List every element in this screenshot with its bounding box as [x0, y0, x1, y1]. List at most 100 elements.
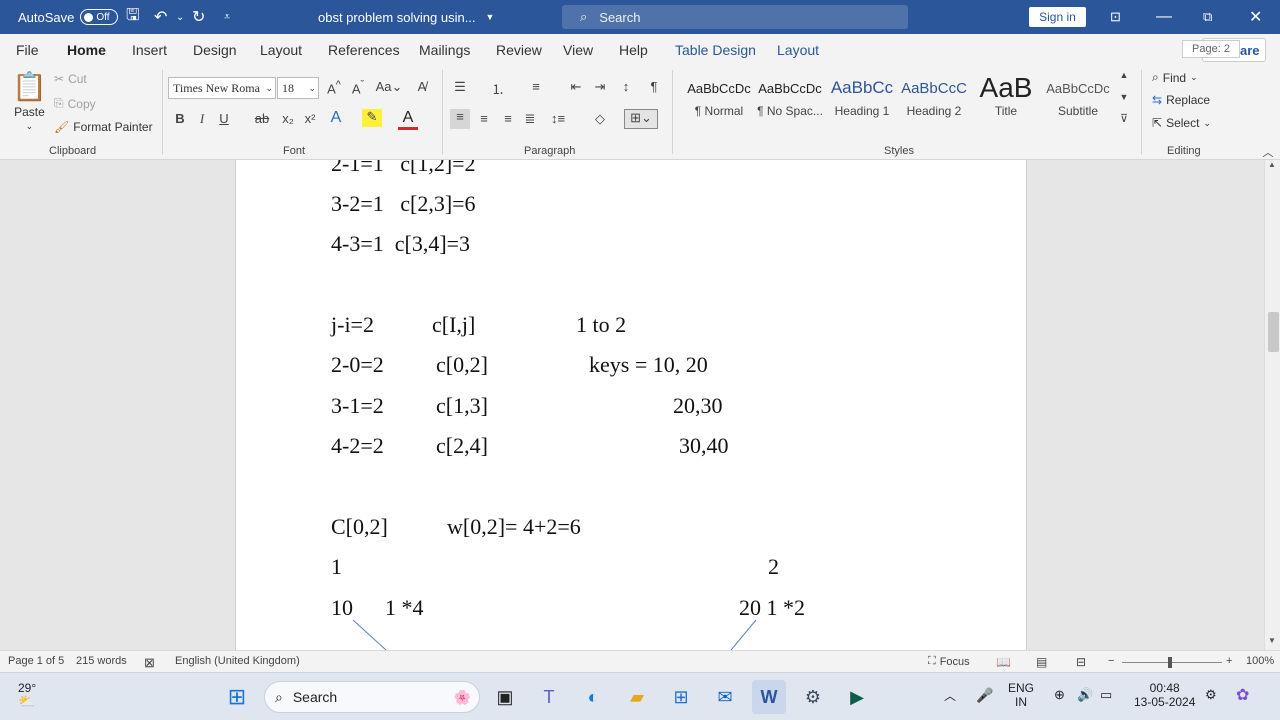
multilevel-list-icon[interactable]: ≡: [526, 79, 546, 94]
tab-mailings[interactable]: Mailings: [419, 42, 470, 58]
network-icon[interactable]: ⊕: [1054, 687, 1065, 703]
taskbar-search[interactable]: ⌕ Search 🌸: [264, 681, 480, 713]
collapse-ribbon-icon[interactable]: ︿: [1258, 144, 1278, 160]
underline-icon[interactable]: U: [214, 111, 234, 126]
web-layout-icon[interactable]: ⊟: [1076, 655, 1086, 669]
focus-button[interactable]: ⛶ Focus: [928, 655, 970, 668]
copilot-icon[interactable]: ✿: [1236, 685, 1249, 705]
replace-button[interactable]: ⇆ Replace: [1152, 93, 1210, 107]
word-count[interactable]: 215 words: [76, 655, 127, 667]
strikethrough-icon[interactable]: ab: [252, 111, 272, 126]
show-hidden-icons-icon[interactable]: ︿: [944, 687, 956, 704]
style-heading-1[interactable]: AaBbCc Heading 1: [827, 72, 897, 128]
bullets-icon[interactable]: ☰: [450, 79, 470, 95]
cut-button[interactable]: ✂ Cut: [54, 72, 87, 86]
undo-dropdown-icon[interactable]: ⌄: [176, 0, 184, 34]
decrease-indent-icon[interactable]: ⇤: [566, 79, 586, 95]
subscript-icon[interactable]: x₂: [278, 111, 298, 126]
tab-references[interactable]: References: [328, 42, 400, 58]
paste-button[interactable]: 📋 Paste ⌄: [12, 70, 47, 132]
style-no-spacing[interactable]: AaBbCcDc ¶ No Spac...: [755, 72, 825, 128]
font-name-select[interactable]: Times New Roma ⌄: [168, 77, 276, 99]
font-color-icon[interactable]: A: [398, 109, 418, 130]
align-left-icon[interactable]: ≡: [450, 109, 470, 129]
justify-icon[interactable]: ≣: [520, 111, 540, 127]
settings-icon[interactable]: ⚙: [796, 680, 830, 714]
restore-icon[interactable]: ⧉: [1203, 0, 1212, 34]
select-button[interactable]: ⇱ Select ⌄: [1152, 116, 1211, 130]
sign-in-button[interactable]: Sign in: [1029, 7, 1086, 27]
microphone-icon[interactable]: 🎤: [976, 687, 993, 704]
font-size-select[interactable]: 18 ⌄: [277, 77, 319, 99]
zoom-level[interactable]: 100%: [1246, 655, 1274, 667]
shrink-font-icon[interactable]: Aˇ: [348, 79, 368, 96]
scroll-up-icon[interactable]: ▲: [1268, 160, 1276, 169]
mail-icon[interactable]: ✉: [708, 680, 742, 714]
file-explorer-icon[interactable]: ▰: [620, 680, 654, 714]
start-icon[interactable]: ⊞: [220, 680, 254, 714]
store-icon[interactable]: ⊞: [664, 680, 698, 714]
weather-widget[interactable]: 29° ⛅: [18, 681, 36, 710]
vertical-scrollbar[interactable]: ▲ ▼: [1264, 160, 1280, 650]
input-language[interactable]: ENG IN: [1008, 681, 1034, 709]
borders-icon[interactable]: ⊞⌄: [624, 109, 658, 129]
align-right-icon[interactable]: ≡: [498, 111, 518, 126]
task-view-icon[interactable]: ▣: [488, 680, 522, 714]
scroll-thumb[interactable]: [1268, 312, 1279, 352]
battery-icon[interactable]: ▭: [1100, 687, 1112, 703]
tab-design[interactable]: Design: [193, 42, 237, 58]
tab-help[interactable]: Help: [619, 42, 648, 58]
zoom-slider-thumb[interactable]: [1168, 657, 1172, 668]
volume-icon[interactable]: 🔊: [1077, 687, 1093, 703]
styles-more-icon[interactable]: ⊽: [1114, 112, 1134, 125]
autosave-toggle[interactable]: Off: [80, 9, 119, 25]
page-count[interactable]: Page 1 of 5: [8, 655, 64, 667]
tab-table-design[interactable]: Table Design: [675, 42, 756, 58]
notification-icon[interactable]: ⚙: [1205, 687, 1217, 703]
increase-indent-icon[interactable]: ⇥: [590, 79, 610, 95]
change-case-icon[interactable]: Aa⌄: [374, 79, 404, 95]
app-icon[interactable]: ▶: [840, 680, 874, 714]
tab-table-layout[interactable]: Layout: [777, 42, 819, 58]
italic-icon[interactable]: I: [192, 111, 212, 127]
copy-button[interactable]: ⎘ Copy: [54, 96, 96, 111]
sort-icon[interactable]: ↕: [616, 79, 636, 94]
undo-icon[interactable]: ↶: [154, 0, 167, 34]
line-spacing-icon[interactable]: ↕≡: [548, 111, 568, 126]
zoom-out-icon[interactable]: −: [1108, 655, 1114, 667]
document-page[interactable]: 2-1=1 c[1,2]=2 3-2=1 c[2,3]=6 4-3=1 c[3,…: [235, 160, 1027, 650]
search-box[interactable]: ⌕ Search: [562, 5, 908, 29]
save-icon[interactable]: 🖫: [126, 0, 140, 34]
close-icon[interactable]: ✕: [1249, 0, 1262, 34]
styles-scroll-up-icon[interactable]: ▲: [1114, 70, 1134, 80]
align-center-icon[interactable]: ≡: [474, 111, 494, 126]
tab-home[interactable]: Home: [67, 42, 106, 67]
tab-insert[interactable]: Insert: [132, 42, 167, 58]
document-title[interactable]: obst problem solving usin... ▼: [318, 0, 494, 34]
tab-review[interactable]: Review: [496, 42, 542, 58]
word-icon[interactable]: W: [752, 680, 786, 714]
tab-layout[interactable]: Layout: [260, 42, 302, 58]
read-mode-icon[interactable]: 📖: [996, 655, 1011, 669]
print-layout-icon[interactable]: ▤: [1036, 655, 1047, 669]
clock[interactable]: 00:48 13-05-2024: [1134, 681, 1195, 709]
customize-toolbar-icon[interactable]: ⩡: [224, 0, 230, 34]
shading-icon[interactable]: ◇: [590, 111, 610, 127]
zoom-in-icon[interactable]: +: [1226, 655, 1232, 667]
pilcrow-icon[interactable]: ¶: [644, 79, 664, 94]
minimize-icon[interactable]: —: [1156, 0, 1172, 34]
tab-view[interactable]: View: [563, 42, 593, 58]
grow-font-icon[interactable]: A^: [324, 79, 344, 96]
style-normal[interactable]: AaBbCcDc ¶ Normal: [684, 72, 754, 128]
style-subtitle[interactable]: AaBbCcDc Subtitle: [1043, 72, 1113, 128]
proofing-icon[interactable]: ⊠: [144, 655, 155, 671]
language-indicator[interactable]: English (United Kingdom): [175, 655, 300, 667]
redo-icon[interactable]: ↻: [192, 0, 205, 34]
style-heading-2[interactable]: AaBbCcC Heading 2: [899, 72, 969, 128]
numbering-icon[interactable]: ⒈: [488, 79, 508, 98]
text-effects-icon[interactable]: A: [326, 109, 346, 127]
format-painter-button[interactable]: 🖌 Format Painter: [54, 120, 153, 134]
styles-scroll-down-icon[interactable]: ▼: [1114, 92, 1134, 102]
find-button[interactable]: ⌕ Find ⌄: [1152, 70, 1198, 85]
edge-icon[interactable]: ◐: [576, 680, 610, 714]
